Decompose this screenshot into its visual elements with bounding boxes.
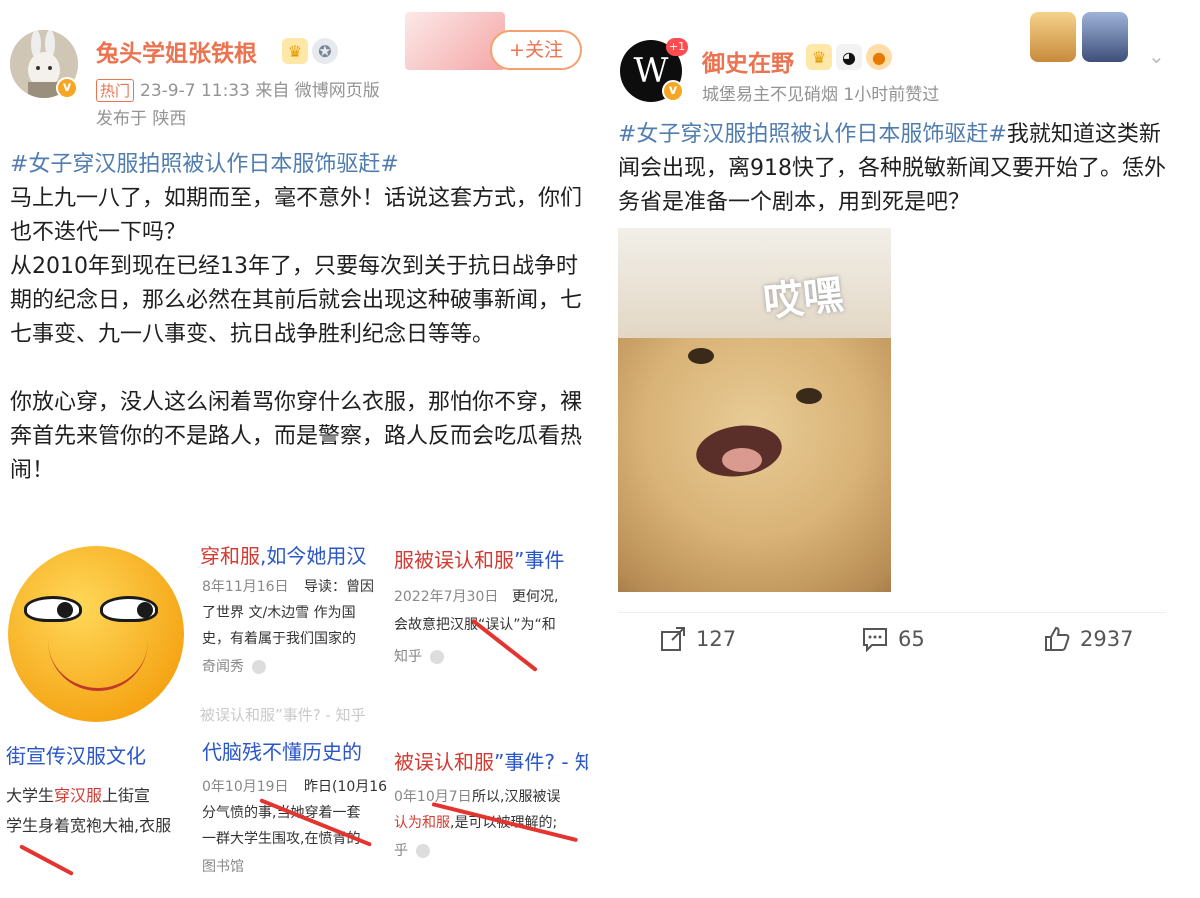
comment-icon [863,628,887,652]
red-arrow-icon [19,844,74,876]
post-location: 发布于 陕西 [96,109,187,129]
snippet-source: 知乎 [394,649,422,665]
post-meta: 城堡易主不见硝烟 1小时前赞过 [702,85,940,105]
snippet-highlight: 穿汉服 [54,786,103,805]
hashtag-link[interactable]: #女子穿汉服拍照被认作日本服饰驱赶# [618,122,1007,147]
snippet-date: 0年10月19日 [202,779,289,795]
snippet-title: 代脑残不懂历史的 [202,740,362,764]
more-icon [252,660,266,674]
anime-character-icon [1082,12,1128,62]
chevron-down-icon[interactable]: ⌄ [1148,44,1165,68]
repost-icon [661,627,685,651]
hashtag-link[interactable]: #女子穿汉服拍照被认作日本服饰驱赶# [10,148,588,182]
post-body: #女子穿汉服拍照被认作日本服饰驱赶# 马上九一八了，如期而至，毫不意外！话说这套… [10,148,588,488]
cat-meme-image[interactable]: 哎嘿 [618,228,891,592]
fish-icon: ● [866,44,892,70]
like-button[interactable]: 2937 [1044,626,1133,652]
post-paragraph-2: 从2010年到现在已经13年了，只要每次到关于抗日战争时期的纪念日，那么必然在其… [10,254,583,347]
plus-badge: +1 [666,38,688,56]
snippet-title-red: 服被误认和服 [394,548,514,572]
post-paragraph-3: 你放心穿，没人这么闲着骂你穿什么衣服，那怕你不穿，裸奔首先来管你的不是路人，而是… [10,390,583,483]
smiley-emoji-icon [8,546,184,722]
snippet-source: 图书馆 [202,859,244,875]
snippet-title: ”事件? - 知 [494,750,588,774]
more-icon [430,650,444,664]
snippet-source: 奇闻秀 [202,659,244,675]
comment-count: 65 [898,627,925,651]
thumbs-up-icon [1045,626,1070,651]
image-collage[interactable]: 穿和服,如今她用汉 8年11月16日 导读：曾因 了世界 文/木边雪 作为国 史… [0,536,594,898]
faint-snippet-row: 被误认和服”事件? - 知乎 [200,706,366,724]
panda-icon: ◕ [836,44,862,70]
snippet-line: 所以,汉服被误 [472,789,561,805]
snippet-line: 更何况, [512,589,559,605]
snippet-title-red: 穿和服 [200,544,260,568]
snippet-line: 导读：曾因 [304,579,374,595]
verified-v-icon: v [56,77,78,99]
snippet-title: ”事件 [514,548,565,572]
post-body: #女子穿汉服拍照被认作日本服饰驱赶#我就知道这类新闻会出现，离918快了，各种脱… [618,118,1178,220]
snippet-line: 上街宣 [102,786,151,805]
snippet-line: 了世界 文/木边雪 作为国 [202,605,356,621]
crown-icon: ♛ [282,38,308,64]
left-post-card: v 兔头学姐张铁根 ♛ ✪ +关注 热门 23-9-7 11:33 来自 微博网页… [0,0,594,898]
username[interactable]: 御史在野 [702,44,794,78]
user-badges: ♛ ◕ ● [806,44,892,70]
repost-button[interactable]: 127 [660,626,736,652]
header-decoration [405,12,505,70]
snippet-source: 乎 [394,843,408,859]
snippet-title: 街宣传汉服文化 [6,744,146,768]
snippet-line: 昨日(10月16 [304,779,388,795]
snippet-highlight: 认为和服 [394,815,450,831]
comment-button[interactable]: 65 [862,626,925,652]
meme-caption: 哎嘿 [761,271,846,327]
search-snippet-3: 街宣传汉服文化 大学生穿汉服上街宣 学生身着宽袍大袖,衣服 [0,732,198,898]
hot-tag: 热门 [96,79,135,102]
crown-icon: ♛ [806,44,832,70]
more-icon [416,844,430,858]
snippet-date: 2022年7月30日 [394,589,499,605]
panel-divider [594,0,600,898]
post-paragraph-1: 马上九一八了，如期而至，毫不意外！话说这套方式，你们也不迭代一下吗？ [10,186,583,245]
search-snippet-5: 被误认和服”事件? - 知 0年10月7日 所以,汉服被误 认为和服,是可以被理… [392,732,588,898]
snippet-title-red: 被误认和服 [394,750,494,774]
snippet-date: 8年11月16日 [202,579,289,595]
divider-line [618,612,1166,613]
search-snippet-2: 服被误认和服”事件 2022年7月30日 更何况, 会故意把汉服“误认”为“和 … [392,536,588,686]
anime-character-icon [1030,12,1076,62]
user-badges: ♛ ✪ [282,38,338,64]
post-time-source: 23-9-7 11:33 来自 微博网页版 [140,81,380,101]
snippet-line: 分气愤的事,当她穿着一套 [202,805,361,821]
follow-button[interactable]: +关注 [490,30,582,70]
post-meta: 热门 23-9-7 11:33 来自 微博网页版 [96,76,380,102]
snippet-line: 学生身着宽袍大袖,衣服 [6,816,172,835]
profile-decoration [1030,12,1128,62]
snippet-line: 大学生 [6,786,55,805]
search-snippet-1: 穿和服,如今她用汉 8年11月16日 导读：曾因 了世界 文/木边雪 作为国 史… [196,536,390,686]
medal-icon: ✪ [312,38,338,64]
username[interactable]: 兔头学姐张铁根 [96,34,257,68]
snippet-title: ,如今她用汉 [260,544,367,568]
search-snippet-4: 代脑残不懂历史的 0年10月19日 昨日(10月16 分气愤的事,当她穿着一套 … [200,732,390,898]
like-count: 2937 [1080,627,1134,651]
snippet-line: 史，有着属于我们国家的 [202,631,356,647]
repost-count: 127 [696,627,737,651]
verified-v-icon: v [662,80,684,102]
